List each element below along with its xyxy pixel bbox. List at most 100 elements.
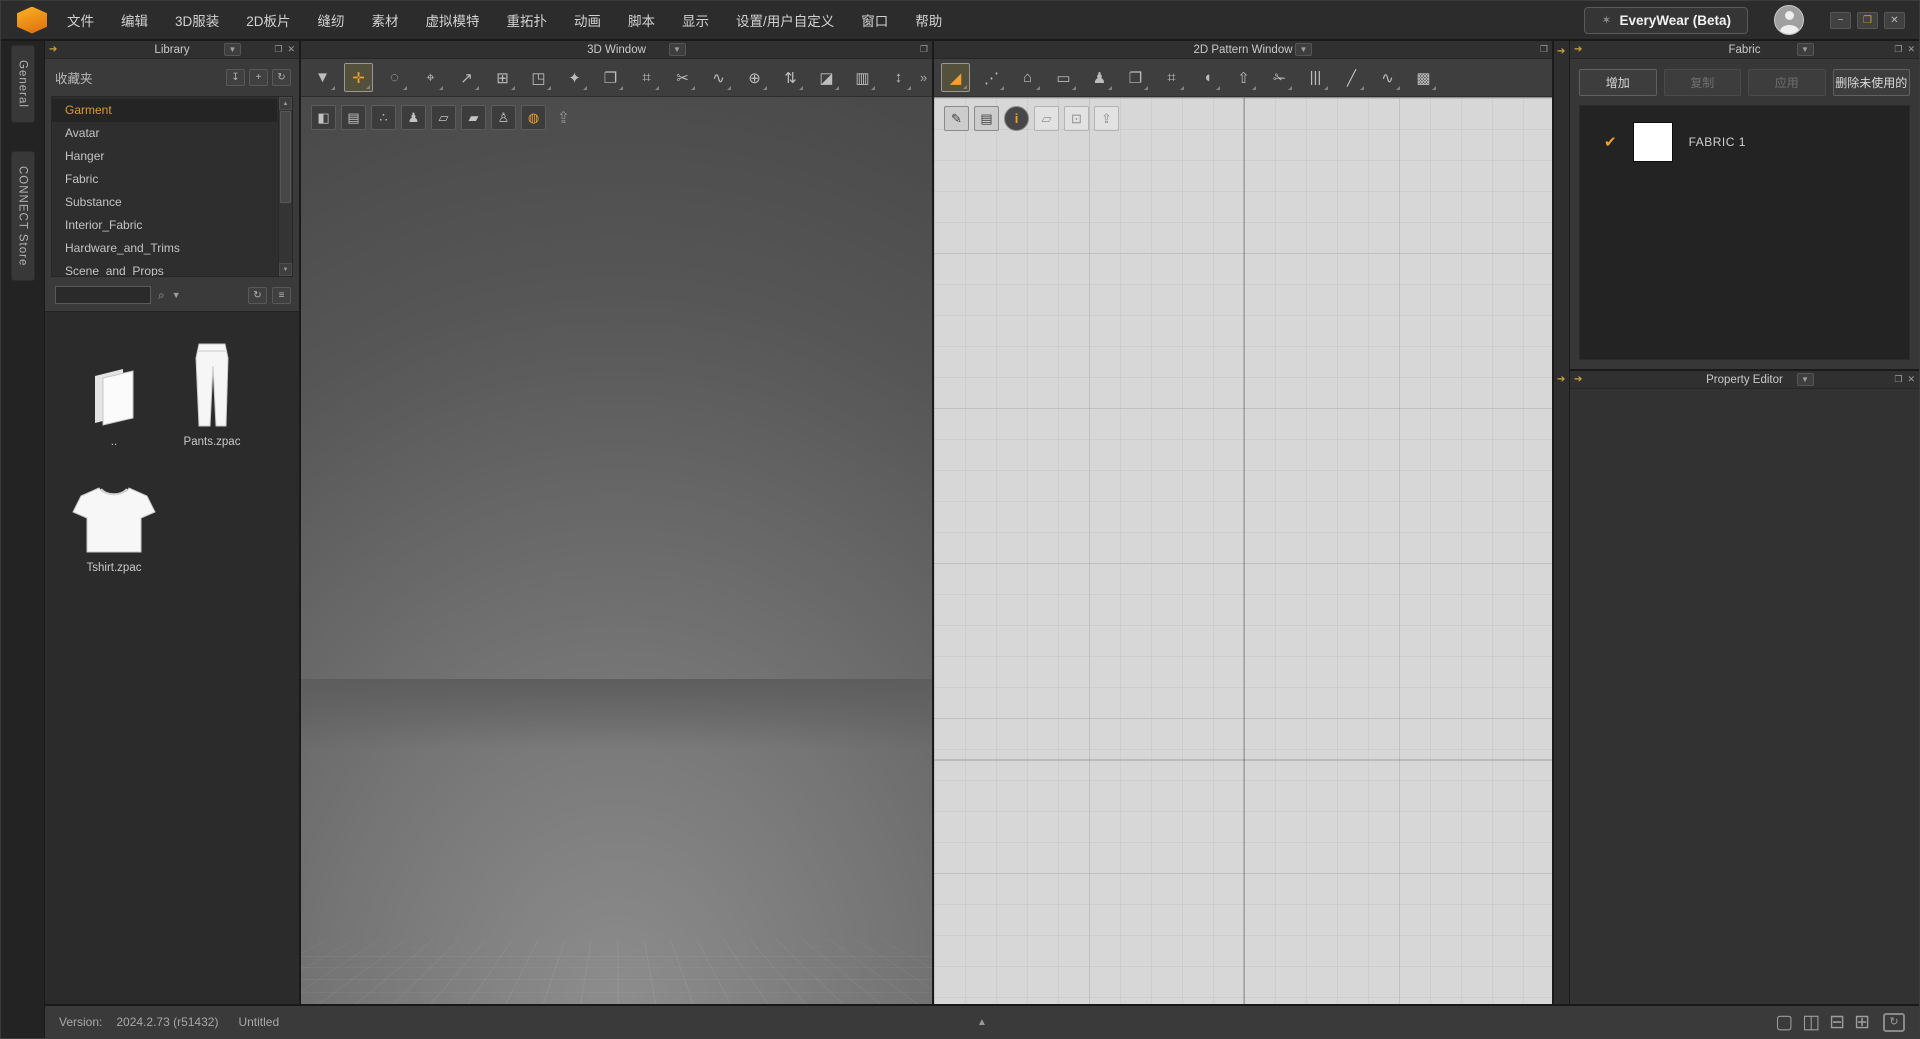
pleats-tool-icon[interactable]: ||| [1301,63,1330,92]
pin-icon[interactable]: ↗ [452,63,481,92]
show-pattern-a-icon[interactable]: ▱ [431,105,456,130]
close-icon[interactable]: ✕ [1907,45,1915,54]
sewing-machine-icon[interactable]: ✁ [1265,63,1294,92]
pattern-info-icon[interactable]: i [1004,106,1029,131]
menu-item-avatar[interactable]: 虚拟模特 [426,10,480,30]
popout-icon[interactable]: ❐ [274,45,282,54]
dock-arrow-icon[interactable]: ➔ [49,45,57,55]
layout-reset-button[interactable]: ↻ [1883,1013,1905,1032]
popout-icon[interactable]: ❐ [920,45,928,54]
scrollbar-thumb[interactable] [280,111,291,203]
popout-icon[interactable]: ❐ [1894,375,1902,384]
fit-to-avatar-icon[interactable]: ⌖ [416,63,445,92]
scroll-down-icon[interactable]: ▼ [279,263,292,276]
3d-window-dropdown-button[interactable]: ▼ [669,43,686,56]
fold-arrangement-icon[interactable]: ◳ [524,63,553,92]
measure-tool-icon[interactable]: ↕ [884,63,913,92]
upload-2d-icon[interactable]: ⇪ [1094,106,1119,131]
library-folder-scene-and-props[interactable]: Scene_and_Props [52,260,277,277]
fabric-swatch[interactable] [1633,122,1673,162]
2d-pattern-viewport[interactable]: ✎▤i▱⊡⇪ [934,97,1552,1004]
menu-item-2d-pattern[interactable]: 2D板片 [246,10,290,30]
show-mannequin-icon[interactable]: ♙ [491,105,516,130]
show-seams-icon[interactable]: ∴ [371,105,396,130]
zipper-tool-icon[interactable]: ⇅ [776,63,805,92]
search-input[interactable] [55,286,151,304]
create-rectangle-icon[interactable]: ▭ [1049,63,1078,92]
show-sewing-lines-icon[interactable]: ✎ [944,106,969,131]
menu-item-retopology[interactable]: 重拓扑 [507,10,548,30]
dock-arrow-icon[interactable]: ➔ [1557,374,1565,385]
layout-single-button[interactable]: ▢ [1775,1013,1793,1032]
layout-three-pane-button[interactable]: ⊟ [1829,1013,1845,1032]
library-folder-garment[interactable]: Garment [52,99,277,122]
layout-two-pane-button[interactable]: ◫ [1802,1013,1820,1032]
minimize-button[interactable]: − [1830,12,1851,29]
menu-item-sewing[interactable]: 缝纫 [318,10,345,30]
refresh-favorites-button[interactable]: ↻ [272,69,291,86]
simulate-icon[interactable]: ▼ [308,63,337,92]
show-avatar-2d-icon[interactable]: ♟ [1085,63,1114,92]
search-icon[interactable]: ⌕ [158,288,165,303]
dock-arrow-icon[interactable]: ➔ [1557,46,1565,57]
select-lasso-icon[interactable]: ◌ [380,63,409,92]
tab-general[interactable]: General [11,45,35,123]
account-avatar[interactable] [1774,5,1804,35]
2d-window-dropdown-button[interactable]: ▼ [1295,43,1312,56]
menu-item-help[interactable]: 帮助 [915,10,942,30]
library-folder-substance[interactable]: Substance [52,191,277,214]
import-to-library-button[interactable]: ↧ [226,69,245,86]
library-dropdown-button[interactable]: ▼ [224,43,241,56]
edit-pattern-icon[interactable]: ⋰ [977,63,1006,92]
library-folder-interior-fabric[interactable]: Interior_Fabric [52,214,277,237]
everywear-button[interactable]: ✶ EveryWear (Beta) [1584,7,1748,34]
menu-item-3d-garment[interactable]: 3D服装 [175,10,219,30]
fabric-strip-icon[interactable]: ▥ [848,63,877,92]
lock-garment-icon[interactable]: ⊡ [1064,106,1089,131]
delete-unused-fabric-button[interactable]: 删除未使用的 [1833,69,1911,96]
dock-arrow-icon[interactable]: ➔ [1574,375,1582,385]
dock-arrow-icon[interactable]: ➔ [1574,45,1582,55]
library-folder-fabric[interactable]: Fabric [52,168,277,191]
show-garment-icon[interactable]: ▤ [341,105,366,130]
scissors-tool-icon[interactable]: ✂ [668,63,697,92]
create-polygon-icon[interactable]: ⌂ [1013,63,1042,92]
file-item-tshirt[interactable]: Tshirt.zpac [65,466,163,592]
apply-fabric-button[interactable]: 应用 [1748,69,1826,96]
expand-panel-arrow-icon[interactable]: ▲ [977,1017,987,1028]
edit-sewing-icon[interactable]: ╱ [1337,63,1366,92]
show-avatar-icon[interactable]: ♟ [401,105,426,130]
free-sewing-icon[interactable]: ∿ [1373,63,1402,92]
search-filter-caret-icon[interactable]: ▼ [172,290,181,300]
show-garment-2d-icon[interactable]: ▤ [974,106,999,131]
arrangement-points-icon[interactable]: ⌗ [632,63,661,92]
symmetric-garment-icon[interactable]: ⊞ [488,63,517,92]
flatten-tool-icon[interactable]: ◪ [812,63,841,92]
more-tools-chevron-icon[interactable]: » [920,70,929,85]
paste-pattern-2d-icon[interactable]: ❐ [1121,63,1150,92]
file-item-parent-folder[interactable]: .. [65,340,163,466]
transform-pattern-icon[interactable]: ◢ [941,63,970,92]
menu-item-edit[interactable]: 编辑 [121,10,148,30]
menu-item-window[interactable]: 窗口 [861,10,888,30]
iron-tool-icon[interactable]: ◖ [1193,63,1222,92]
add-fabric-button[interactable]: 增加 [1579,69,1657,96]
show-3d-garment-icon[interactable]: ▩ [1409,63,1438,92]
grid-arrangement-icon[interactable]: ⌗ [1157,63,1186,92]
folder-list-scrollbar[interactable]: ▲ ▼ [278,97,292,276]
menu-item-display[interactable]: 显示 [682,10,709,30]
close-button[interactable]: ✕ [1884,12,1905,29]
close-icon[interactable]: ✕ [1907,375,1915,384]
library-folder-hanger[interactable]: Hanger [52,145,277,168]
popout-icon[interactable]: ❐ [1894,45,1902,54]
show-pattern-outline-icon[interactable]: ▱ [1034,106,1059,131]
property-editor-dropdown-button[interactable]: ▼ [1797,373,1814,386]
upload-arrangement-icon[interactable]: ⇪ [551,105,576,130]
menu-item-file[interactable]: 文件 [67,10,94,30]
menu-item-material[interactable]: 素材 [372,10,399,30]
file-item-pants[interactable]: Pants.zpac [163,340,261,466]
add-favorite-button[interactable]: + [249,69,268,86]
fit-garment-icon[interactable]: ⇧ [1229,63,1258,92]
fabric-item-1[interactable]: ✔ FABRIC 1 [1580,122,1909,162]
show-pattern-b-icon[interactable]: ▰ [461,105,486,130]
